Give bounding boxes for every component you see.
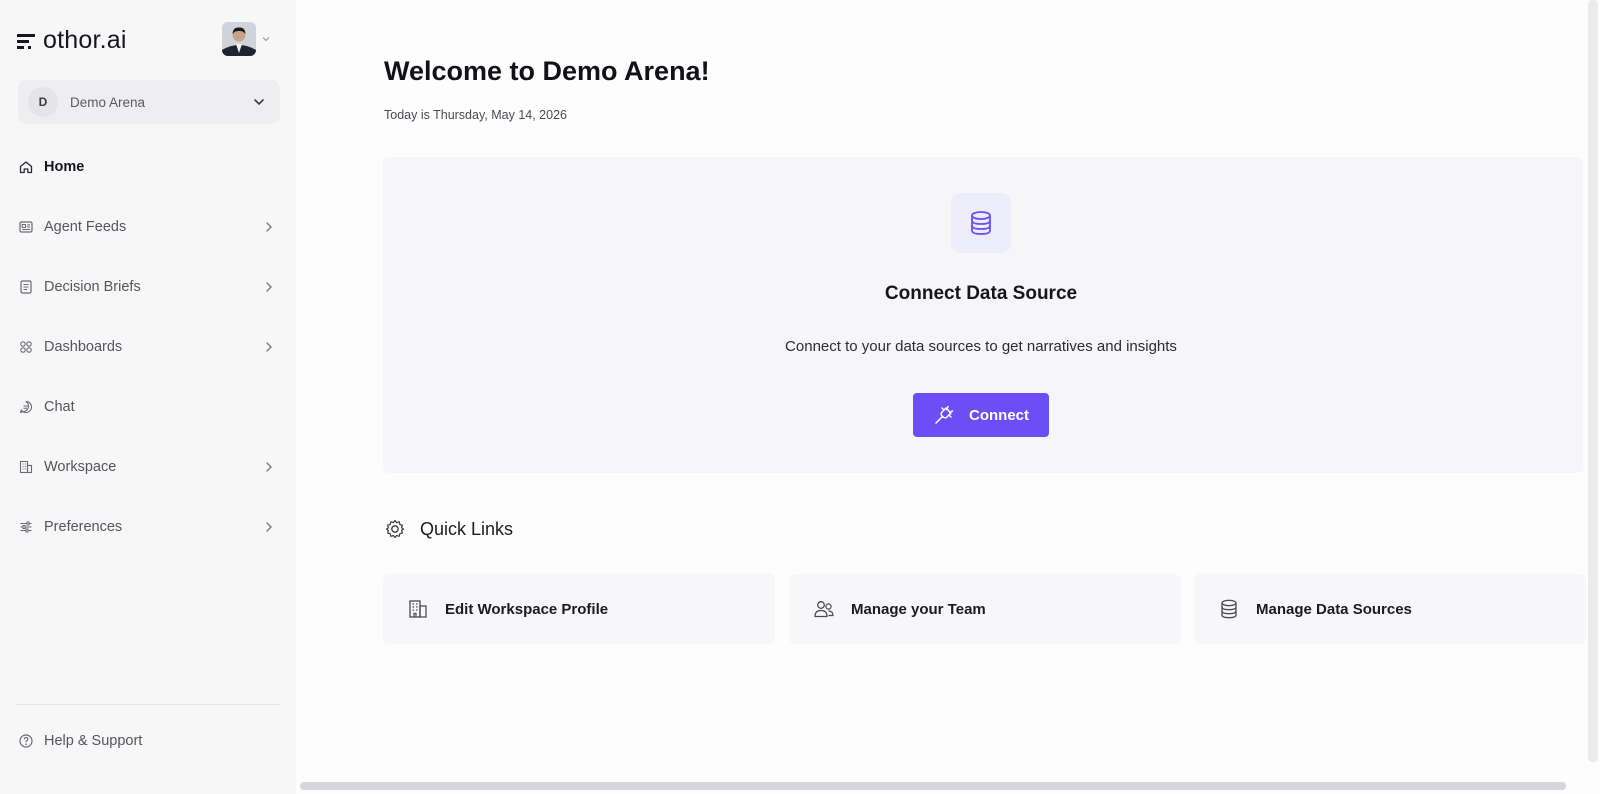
connect-button[interactable]: Connect bbox=[913, 393, 1049, 437]
database-icon-box bbox=[951, 193, 1011, 253]
avatar-image bbox=[222, 22, 256, 56]
sliders-icon bbox=[20, 521, 32, 533]
sidebar-item-agent-feeds[interactable]: Agent Feeds bbox=[10, 207, 280, 247]
chevron-right-icon bbox=[266, 342, 272, 352]
hero-title: Connect Data Source bbox=[884, 283, 1078, 304]
quick-links-heading: Quick Links bbox=[384, 518, 513, 540]
help-support-link[interactable]: Help & Support bbox=[18, 726, 142, 756]
sidebar-item-decision-briefs[interactable]: Decision Briefs bbox=[10, 267, 280, 307]
help-icon bbox=[19, 734, 33, 748]
connect-button-label: Connect bbox=[969, 406, 1029, 424]
plug-icon bbox=[935, 405, 954, 424]
page-title: Welcome to Demo Arena! bbox=[384, 56, 710, 86]
vertical-scrollbar[interactable] bbox=[1588, 0, 1598, 762]
sidebar: othor.ai D Demo Arena Home Agent Feeds D… bbox=[0, 0, 296, 794]
quick-link-manage-team[interactable]: Manage your Team bbox=[789, 574, 1181, 644]
brand-logo[interactable]: othor.ai bbox=[16, 22, 127, 58]
hero-description: Connect to your data sources to get narr… bbox=[785, 338, 1177, 355]
horizontal-scrollbar[interactable] bbox=[300, 782, 1566, 790]
sidebar-divider bbox=[16, 704, 280, 705]
workspace-initial-badge: D bbox=[28, 87, 58, 117]
sidebar-item-label: Chat bbox=[44, 399, 75, 415]
grid-icon bbox=[20, 341, 32, 353]
gear-icon bbox=[385, 519, 405, 539]
database-icon bbox=[971, 211, 991, 235]
document-icon bbox=[20, 280, 32, 294]
user-avatar[interactable] bbox=[222, 22, 256, 56]
quick-link-label: Edit Workspace Profile bbox=[445, 600, 609, 618]
chevron-right-icon bbox=[266, 222, 272, 232]
quick-link-edit-workspace-profile[interactable]: Edit Workspace Profile bbox=[383, 574, 775, 644]
workspace-name: Demo Arena bbox=[70, 94, 146, 110]
quick-link-label: Manage Data Sources bbox=[1256, 600, 1412, 618]
chevron-right-icon bbox=[266, 282, 272, 292]
sidebar-item-label: Home bbox=[44, 159, 85, 175]
sidebar-item-label: Workspace bbox=[44, 459, 117, 475]
brand-name: othor.ai bbox=[43, 25, 127, 54]
feed-icon bbox=[19, 221, 33, 233]
home-icon bbox=[19, 161, 33, 174]
sidebar-item-chat[interactable]: Chat bbox=[10, 387, 280, 427]
help-label: Help & Support bbox=[44, 733, 143, 749]
quick-link-label: Manage your Team bbox=[851, 600, 986, 618]
current-date: Today is Thursday, May 14, 2026 bbox=[384, 108, 567, 122]
building-icon bbox=[409, 600, 427, 618]
chevron-right-icon bbox=[266, 462, 272, 472]
sidebar-item-label: Dashboards bbox=[44, 339, 123, 355]
quick-link-manage-data-sources[interactable]: Manage Data Sources bbox=[1194, 574, 1586, 644]
sidebar-item-label: Preferences bbox=[44, 519, 123, 535]
workspace-selector[interactable]: D Demo Arena bbox=[18, 80, 280, 124]
users-icon bbox=[814, 601, 834, 618]
chevron-down-icon bbox=[254, 99, 264, 106]
sidebar-item-home[interactable]: Home bbox=[10, 147, 280, 187]
sidebar-item-preferences[interactable]: Preferences bbox=[10, 507, 280, 547]
chat-icon bbox=[19, 400, 32, 414]
building-icon bbox=[19, 460, 33, 474]
sidebar-item-dashboards[interactable]: Dashboards bbox=[10, 327, 280, 367]
main-content: Welcome to Demo Arena! Today is Thursday… bbox=[296, 0, 1586, 780]
quick-links-title: Quick Links bbox=[420, 518, 514, 539]
sidebar-item-label: Agent Feeds bbox=[44, 219, 127, 235]
sidebar-item-label: Decision Briefs bbox=[44, 279, 141, 295]
connect-data-source-card: Connect Data Source Connect to your data… bbox=[383, 157, 1583, 473]
chevron-right-icon bbox=[266, 522, 272, 532]
logo-icon bbox=[17, 34, 35, 49]
sidebar-item-workspace[interactable]: Workspace bbox=[10, 447, 280, 487]
chevron-down-icon[interactable] bbox=[261, 34, 271, 44]
database-icon bbox=[1221, 599, 1237, 619]
